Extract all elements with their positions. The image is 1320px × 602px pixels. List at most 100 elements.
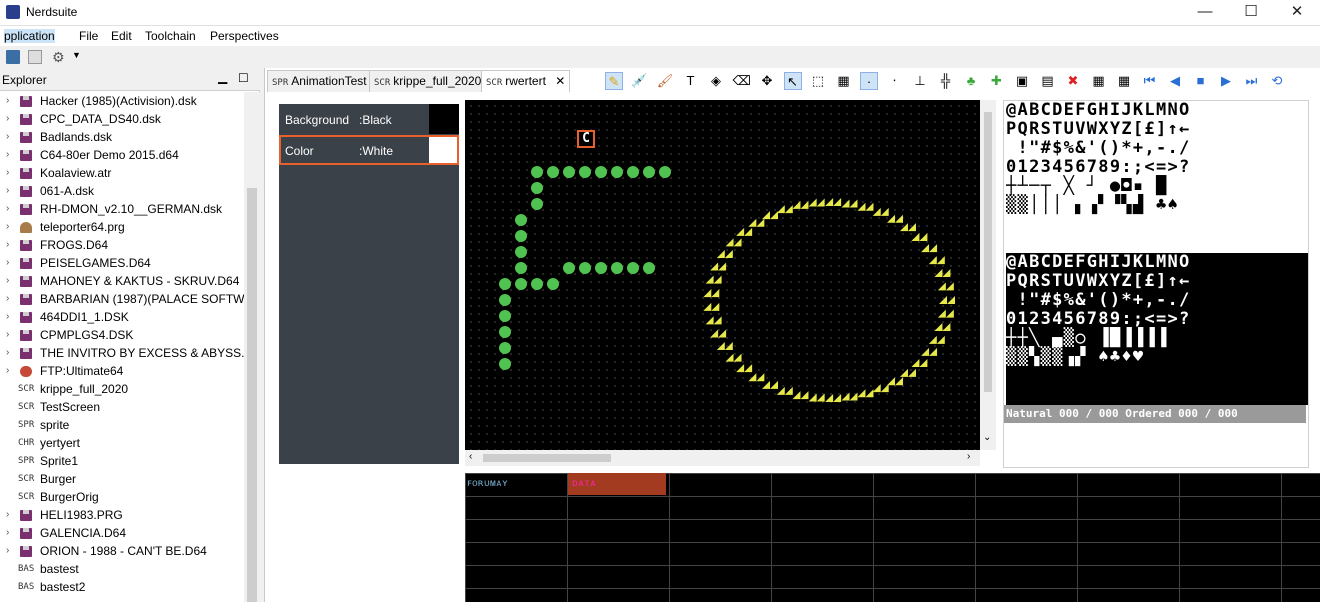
explorer-item[interactable]: CHR yertyert [0,434,244,452]
chevron-right-icon[interactable]: › [6,128,9,146]
chevron-right-icon[interactable]: › [6,92,9,110]
background-color-row[interactable]: Background :Black [279,104,459,134]
del-frame-icon[interactable]: ▤ [1039,72,1057,90]
text-icon[interactable]: T [682,72,700,90]
chevron-right-icon[interactable]: › [967,451,970,462]
stop-icon[interactable]: ■ [1192,72,1210,90]
gear-icon[interactable]: ⚙ [52,49,65,66]
menu-file[interactable]: File [79,29,98,43]
foreground-color-row[interactable]: Color :White [279,135,459,165]
explorer-item[interactable]: › THE INVITRO BY EXCESS & ABYSS.D64 [0,344,244,362]
chevron-right-icon[interactable]: › [6,542,9,560]
chevron-right-icon[interactable]: › [6,146,9,164]
chevron-right-icon[interactable]: › [6,290,9,308]
chevron-right-icon[interactable]: › [6,110,9,128]
frame-thumbnail-selected[interactable]: ᴅᴀᴛᴀ [568,473,666,495]
explorer-item[interactable]: › RH-DMON_v2.10__GERMAN.dsk [0,200,244,218]
explorer-item[interactable]: › PEISELGAMES.D64 [0,254,244,272]
loop-icon[interactable]: ⟲ [1268,72,1286,90]
background-swatch[interactable] [429,104,459,134]
chevron-right-icon[interactable]: › [6,524,9,542]
explorer-item[interactable]: › 061-A.dsk [0,182,244,200]
prev-icon[interactable]: ◀ [1166,72,1184,90]
chevron-down-icon[interactable]: ▼ [72,50,81,60]
explorer-item[interactable]: › CPMPLGS4.DSK [0,326,244,344]
explorer-item[interactable]: › teleporter64.prg [0,218,244,236]
grid-dots-icon[interactable]: ▦ [1115,72,1133,90]
scroll-thumb[interactable] [483,454,611,462]
explorer-item[interactable]: › ORION - 1988 - CAN'T BE.D64 [0,542,244,560]
move-icon[interactable]: ✥ [758,72,776,90]
explorer-item[interactable]: SCR TestScreen [0,398,244,416]
frame-thumbnail[interactable]: ꜰᴏʀᴜᴍᴀʏ [465,473,567,495]
dot-small-icon[interactable]: ⋅ [886,72,904,90]
menu-application[interactable]: pplication [4,29,55,43]
palette-icon[interactable]: ▦ [835,72,853,90]
chevron-right-icon[interactable]: › [6,200,9,218]
explorer-item[interactable]: › GALENCIA.D64 [0,524,244,542]
screen-canvas[interactable]: C [465,100,980,450]
dot-icon[interactable]: · [860,72,878,90]
tab-krippe-full-2020[interactable]: SCR krippe_full_2020 [369,70,487,92]
clear-icon[interactable]: ✖ [1064,72,1082,90]
explorer-item[interactable]: › 464DDI1_1.DSK [0,308,244,326]
play-icon[interactable]: ▶ [1217,72,1235,90]
next-icon[interactable]: ⏭ [1243,72,1261,90]
mirror-both-icon[interactable]: ╬ [937,72,955,90]
explorer-item[interactable]: BAS bastest [0,560,244,578]
eraser-icon[interactable]: ⌫ [733,72,751,90]
chevron-right-icon[interactable]: › [6,326,9,344]
tab-close-icon[interactable]: ✕ [555,74,565,88]
select-rect-icon[interactable]: ⬚ [809,72,827,90]
color-swatch[interactable] [429,137,457,163]
explorer-item[interactable]: › Koalaview.atr [0,164,244,182]
explorer-item[interactable]: › FTP:Ultimate64 [0,362,244,380]
chevron-right-icon[interactable]: › [6,164,9,182]
fill-icon[interactable]: ◈ [707,72,725,90]
chevron-right-icon[interactable]: › [6,236,9,254]
new-frame-icon[interactable]: ▣ [1013,72,1031,90]
maximize-view-icon[interactable]: ☐ [238,71,249,85]
brush-icon[interactable]: 🖌 [656,72,674,90]
canvas-vscroll[interactable]: ⌄ [980,100,996,450]
explorer-item[interactable]: SCR Burger [0,470,244,488]
chevron-down-icon[interactable]: ⌄ [983,432,991,443]
menu-toolchain[interactable]: Toolchain [145,29,196,43]
explorer-item[interactable]: SCR BurgerOrig [0,488,244,506]
chevron-right-icon[interactable]: › [6,506,9,524]
first-icon[interactable]: ⏮ [1141,72,1159,90]
explorer-scrollbar[interactable] [244,92,260,602]
minimize-button[interactable]: — [1182,0,1228,26]
tab-animationtest[interactable]: SPR AnimationTest [267,70,372,92]
chevron-right-icon[interactable]: › [6,218,9,236]
chevron-right-icon[interactable]: › [6,182,9,200]
explorer-item[interactable]: › BARBARIAN (1987)(PALACE SOFTWAR [0,290,244,308]
explorer-item[interactable]: › MAHONEY & KAKTUS - SKRUV.D64 [0,272,244,290]
chevron-right-icon[interactable]: › [6,362,9,380]
frame-timeline[interactable]: ꜰᴏʀᴜᴍᴀʏ ᴅᴀᴛᴀ [465,473,1320,602]
pointer-icon[interactable]: ↖ [783,72,802,90]
chevron-left-icon[interactable]: ‹ [469,451,472,462]
grid-icon[interactable]: ▦ [1090,72,1108,90]
tab-rwertert[interactable]: SCR rwertert ✕ [481,70,571,92]
clover-icon[interactable]: ♣ [962,72,980,90]
explorer-item[interactable]: SCR krippe_full_2020 [0,380,244,398]
explorer-item[interactable]: › Hacker (1985)(Activision).dsk [0,92,244,110]
dropper-icon[interactable]: 💉 [631,72,649,90]
chevron-right-icon[interactable]: › [6,254,9,272]
close-button[interactable]: ✕ [1274,0,1320,26]
chevron-right-icon[interactable]: › [6,272,9,290]
explorer-item[interactable]: › C64-80er Demo 2015.d64 [0,146,244,164]
explorer-item[interactable]: › HELI1983.PRG [0,506,244,524]
explorer-item[interactable]: › FROGS.D64 [0,236,244,254]
canvas-hscroll[interactable]: ‹ › [465,450,980,466]
explorer-item[interactable]: › Badlands.dsk [0,128,244,146]
scroll-thumb[interactable] [247,188,257,602]
save-icon[interactable] [6,50,20,64]
save-all-icon[interactable] [28,50,42,64]
maximize-button[interactable]: ☐ [1228,0,1274,26]
explorer-item[interactable]: › CPC_DATA_DS40.dsk [0,110,244,128]
explorer-item[interactable]: BAS bastest2 [0,578,244,596]
explorer-item[interactable]: SPR Sprite1 [0,452,244,470]
menu-edit[interactable]: Edit [111,29,132,43]
